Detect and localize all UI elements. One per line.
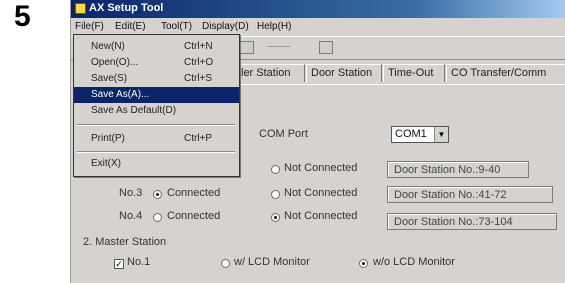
menu-item-exit[interactable]: Exit(X): [74, 156, 239, 172]
lcd-monitor-label: w/ LCD Monitor: [234, 256, 310, 268]
not-connected-label: Not Connected: [284, 210, 358, 222]
not-connected-radio[interactable]: [271, 213, 280, 222]
menu-edit[interactable]: Edit(E): [115, 21, 146, 32]
tool-icon[interactable]: [319, 41, 333, 54]
menu-item-save[interactable]: Save(S) Ctrl+S: [74, 71, 239, 87]
title-bar: AX Setup Tool: [71, 0, 565, 18]
tab-door-station[interactable]: Door Station: [306, 64, 382, 82]
tab-controller-station[interactable]: ler Station: [237, 64, 305, 82]
connected-radio[interactable]: [153, 190, 162, 199]
menu-item-print[interactable]: Print(P) Ctrl+P: [74, 131, 239, 147]
not-connected-radio[interactable]: [271, 165, 280, 174]
not-connected-radio[interactable]: [271, 190, 280, 199]
app-icon: [75, 3, 86, 14]
master-station-heading: 2. Master Station: [83, 236, 167, 248]
menu-separator: [77, 124, 235, 126]
window-title: AX Setup Tool: [89, 2, 164, 14]
master-station-item: No.1: [127, 256, 151, 268]
menu-separator: [77, 151, 235, 153]
file-menu: New(N) Ctrl+N Open(O)... Ctrl+O Save(S) …: [73, 34, 240, 177]
tab-time-out[interactable]: Time-Out: [383, 64, 445, 82]
door-station-range: Door Station No.:9-40: [387, 161, 529, 178]
tab-strip: ler Station Door Station Time-Out CO Tra…: [237, 64, 565, 84]
lcd-monitor-radio[interactable]: [221, 259, 230, 268]
no-lcd-monitor-label: w/o LCD Monitor: [373, 256, 455, 268]
chevron-down-icon[interactable]: ▼: [434, 127, 448, 142]
menu-display[interactable]: Display(D): [202, 21, 249, 32]
menu-item-save-as[interactable]: Save As(A)...: [74, 87, 239, 103]
not-connected-label: Not Connected: [284, 162, 358, 174]
connected-label: Connected: [167, 187, 221, 199]
master-station-checkbox[interactable]: ✓: [114, 259, 124, 269]
setup-tool-window: AX Setup Tool File(F) Edit(E) Tool(T) Di…: [70, 0, 565, 283]
door-station-range: Door Station No.:73-104: [387, 213, 557, 230]
menu-item-open[interactable]: Open(O)... Ctrl+O: [74, 55, 239, 71]
menu-item-save-as-default[interactable]: Save As Default(D): [74, 103, 239, 119]
no-lcd-monitor-radio[interactable]: [359, 259, 368, 268]
com-port-select[interactable]: COM1 ▼: [391, 126, 449, 143]
com-port-value: COM1: [395, 128, 427, 140]
door-station-number: No.4: [119, 210, 143, 222]
not-connected-label: Not Connected: [284, 187, 358, 199]
door-station-range: Door Station No.:41-72: [387, 186, 553, 203]
door-station-number: No.3: [119, 187, 143, 199]
menu-tool[interactable]: Tool(T): [161, 21, 192, 32]
toolbar-separator: [268, 46, 290, 47]
connected-radio[interactable]: [153, 213, 162, 222]
menu-bar: File(F) Edit(E) Tool(T) Display(D) Help(…: [71, 19, 565, 35]
tab-co-transfer[interactable]: CO Transfer/Comm: [446, 64, 565, 82]
menu-item-new[interactable]: New(N) Ctrl+N: [74, 39, 239, 55]
com-port-label: COM Port: [259, 128, 308, 140]
print-icon[interactable]: [240, 41, 254, 54]
connected-label: Connected: [167, 210, 221, 222]
step-number: 5: [14, 0, 31, 33]
menu-file[interactable]: File(F): [75, 21, 104, 32]
menu-help[interactable]: Help(H): [257, 21, 291, 32]
